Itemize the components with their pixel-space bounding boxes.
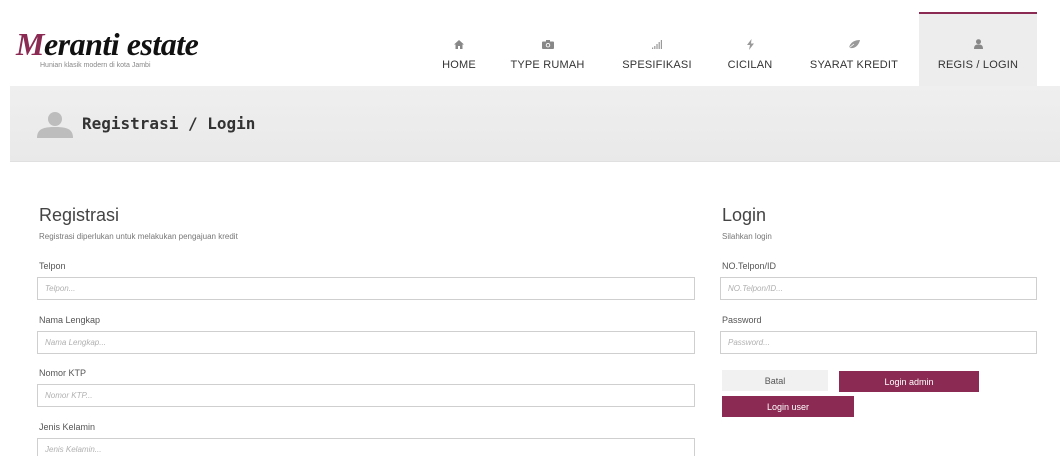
cancel-button[interactable]: Batal <box>722 370 828 391</box>
login-user-button[interactable]: Login user <box>722 396 854 417</box>
telpon-input[interactable] <box>37 277 695 300</box>
nav-item-spesifikasi[interactable]: SPESIFIKASI <box>611 12 703 86</box>
nav-label-home: HOME <box>442 59 476 71</box>
login-subtitle: Silahkan login <box>722 232 772 241</box>
nama-lengkap-input[interactable] <box>37 331 695 354</box>
user-avatar-icon <box>37 112 73 143</box>
login-id-label: NO.Telpon/ID <box>722 261 777 271</box>
nav-item-type-rumah[interactable]: TYPE RUMAH <box>500 12 595 86</box>
jenis-kelamin-label: Jenis Kelamin <box>39 422 96 432</box>
leaf-icon <box>797 37 911 51</box>
password-label: Password <box>722 315 762 325</box>
page-title: Registrasi / Login <box>82 114 256 133</box>
user-icon <box>919 37 1037 51</box>
login-admin-button[interactable]: Login admin <box>839 371 979 392</box>
camera-icon <box>500 37 595 51</box>
telpon-label: Telpon <box>39 261 66 271</box>
registration-subtitle: Registrasi diperlukan untuk melakukan pe… <box>39 232 238 241</box>
password-input[interactable] <box>720 331 1037 354</box>
nav-label-regis-login: REGIS / LOGIN <box>937 59 1019 71</box>
jenis-kelamin-input[interactable] <box>37 438 695 456</box>
registration-title: Registrasi <box>39 205 120 225</box>
main-nav: HOME TYPE RUMAH SPESIFIKASI CICILAN SYAR… <box>0 12 1060 86</box>
home-icon <box>431 37 487 51</box>
nama-lengkap-label: Nama Lengkap <box>39 315 101 325</box>
nav-label-cicilan: CICILAN <box>727 59 773 71</box>
nav-label-spesifikasi: SPESIFIKASI <box>622 59 692 71</box>
nav-item-regis-login[interactable]: REGIS / LOGIN <box>919 12 1037 86</box>
nav-item-home[interactable]: HOME <box>431 12 487 86</box>
nomor-ktp-input[interactable] <box>37 384 695 407</box>
nav-label-type-rumah: TYPE RUMAH <box>510 59 585 71</box>
bolt-icon <box>718 37 782 51</box>
nav-label-syarat-kredit: SYARAT KREDIT <box>809 59 899 71</box>
nav-item-cicilan[interactable]: CICILAN <box>718 12 782 86</box>
nomor-ktp-label: Nomor KTP <box>39 368 87 378</box>
page-banner: Registrasi / Login <box>10 86 1060 162</box>
signal-icon <box>611 37 703 51</box>
login-title: Login <box>722 205 767 225</box>
nav-item-syarat-kredit[interactable]: SYARAT KREDIT <box>797 12 911 86</box>
login-id-input[interactable] <box>720 277 1037 300</box>
site-header: Meranti estate Hunian klasik modern di k… <box>0 0 1060 86</box>
